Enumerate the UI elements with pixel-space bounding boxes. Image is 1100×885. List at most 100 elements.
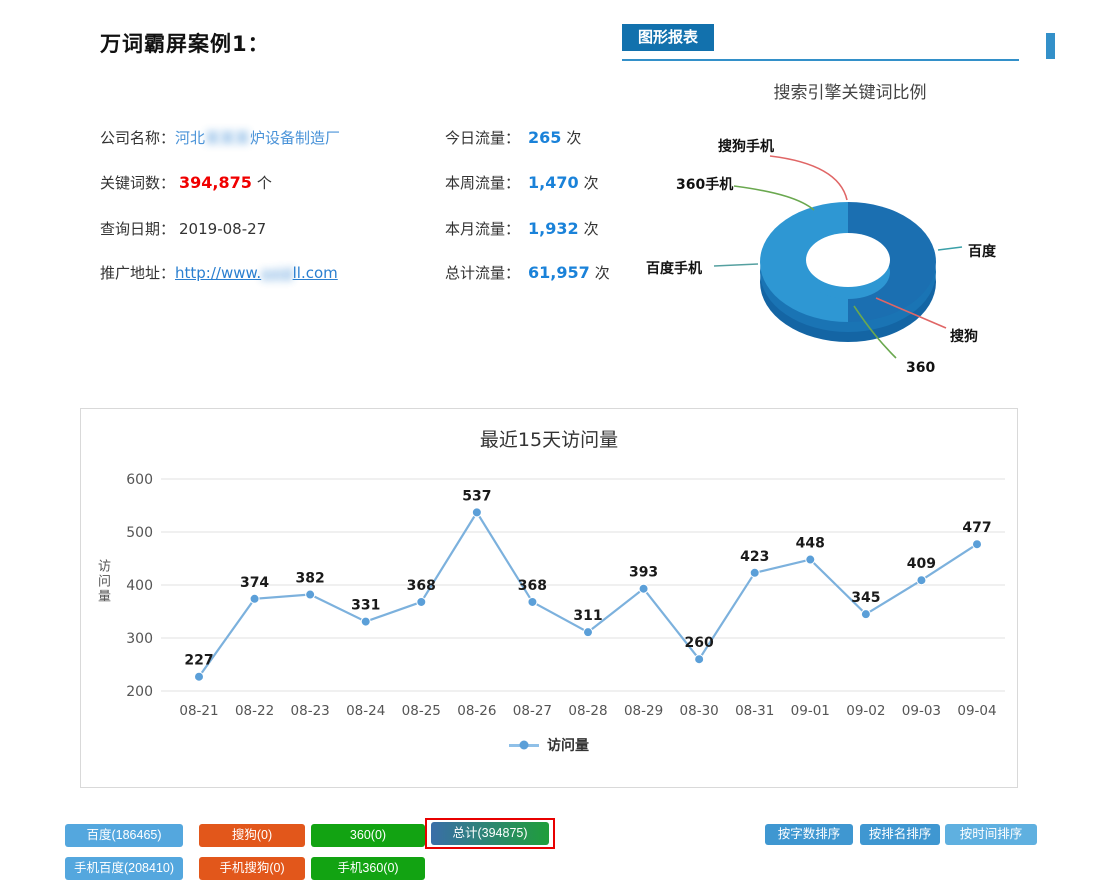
y-tick-label: 500 [126,525,153,541]
keyword-pie-chart: 搜狗手机 360手机 百度手机 百度 搜狗 360 [630,100,1090,400]
data-point [973,540,982,549]
data-point-label: 227 [184,653,213,669]
360-button[interactable]: 360(0) [311,824,425,847]
pie-label-baidu: 百度 [968,241,996,261]
query-date-label: 查询日期： [100,220,175,238]
total-traffic-value: 61,957 [528,263,590,282]
data-point [195,672,204,681]
promo-url-censored: xxjd [261,264,292,282]
month-traffic-label: 本月流量： [445,220,520,238]
keywords-row: 关键词数：394,875 个 [100,172,272,193]
total-button[interactable]: 总计(394875) [431,822,549,845]
x-tick-label: 08-26 [457,703,496,719]
data-point [861,610,870,619]
data-point [417,597,426,606]
visits-line-chart-svg: 20030040050060008-2108-2208-2308-2408-25… [81,449,1017,749]
data-point [528,597,537,606]
x-tick-label: 09-04 [957,703,996,719]
data-point-label: 423 [740,549,769,565]
data-point-label: 311 [573,608,602,624]
legend-marker-icon [509,744,539,747]
data-point-label: 345 [851,590,880,606]
pie-label-sogou: 搜狗 [950,326,978,346]
sort-by-wordcount-button[interactable]: 按字数排序 [765,824,853,845]
company-name-prefix: 河北 [175,129,205,147]
data-point-label: 368 [407,578,436,594]
data-point-label: 382 [296,571,325,587]
tab-graphic-report[interactable]: 图形报表 [622,24,714,51]
company-name-row: 公司名称：河北某某某炉设备制造厂 [100,127,340,148]
today-traffic-label: 今日流量： [445,129,520,147]
x-tick-label: 08-28 [568,703,607,719]
visits-chart-panel: 最近15天访问量 访问量 20030040050060008-2108-2208… [80,408,1018,788]
month-traffic-unit: 次 [584,220,599,238]
leader-360-mobile [734,186,814,210]
data-point-label: 477 [962,520,991,536]
y-tick-label: 400 [126,578,153,594]
month-traffic-row: 本月流量： 1,932 次 [445,218,599,239]
week-traffic-label: 本周流量： [445,174,520,192]
today-traffic-value: 265 [528,128,561,147]
pie-label-360-mobile: 360手机 [676,174,733,194]
x-tick-label: 08-24 [346,703,385,719]
data-point-label: 393 [629,565,658,581]
mobile-360-button[interactable]: 手机360(0) [311,857,425,880]
baidu-button[interactable]: 百度(186465) [65,824,183,847]
data-point [472,508,481,517]
donut-chart-svg [630,100,1090,400]
data-point-label: 368 [518,578,547,594]
y-tick-label: 300 [126,631,153,647]
sogou-button[interactable]: 搜狗(0) [199,824,305,847]
sort-by-rank-button[interactable]: 按排名排序 [860,824,940,845]
data-point-label: 374 [240,575,269,591]
promo-url-row: 推广地址：http://www.xxjdll.com [100,262,338,283]
x-tick-label: 08-27 [513,703,552,719]
y-tick-label: 600 [126,472,153,488]
keywords-unit: 个 [257,174,272,192]
data-point [639,584,648,593]
x-tick-label: 08-29 [624,703,663,719]
data-point-label: 331 [351,598,380,614]
x-tick-label: 08-30 [680,703,719,719]
keywords-label: 关键词数： [100,174,175,192]
mobile-baidu-button[interactable]: 手机百度(208410) [65,857,183,880]
data-point [361,617,370,626]
pie-label-baidu-mobile: 百度手机 [646,258,702,278]
chart-legend: 访问量 [81,735,1017,755]
company-name-label: 公司名称： [100,129,175,147]
total-traffic-label: 总计流量： [445,264,520,282]
x-tick-label: 08-21 [179,703,218,719]
today-traffic-unit: 次 [566,129,581,147]
leader-sogou-mobile [770,156,847,200]
total-highlight-box: 总计(394875) [425,818,555,849]
total-traffic-row: 总计流量： 61,957 次 [445,262,610,283]
today-traffic-row: 今日流量： 265 次 [445,127,581,148]
x-tick-label: 09-01 [791,703,830,719]
promo-url-link[interactable]: http://www.xxjdll.com [175,264,338,282]
mobile-sogou-button[interactable]: 手机搜狗(0) [199,857,305,880]
week-traffic-row: 本周流量：1,470次 [445,172,599,193]
promo-url-suffix: ll.com [293,264,338,282]
data-point [584,628,593,637]
sort-by-time-button[interactable]: 按时间排序 [945,824,1037,845]
x-tick-label: 08-23 [291,703,330,719]
company-name-censored: 某某某 [205,129,250,147]
total-traffic-unit: 次 [595,264,610,282]
x-tick-label: 08-31 [735,703,774,719]
page-title: 万词霸屏案例1： [100,28,270,58]
data-point [917,576,926,585]
data-point-label: 537 [462,488,491,504]
tab-underline [622,59,1019,61]
scrollbar-thumb[interactable] [1046,33,1055,59]
data-point-label: 260 [685,635,714,651]
keywords-value: 394,875 [179,173,252,192]
x-tick-label: 09-03 [902,703,941,719]
promo-url-prefix: http://www. [175,264,261,282]
query-date-row: 查询日期：2019-08-27 [100,218,266,239]
data-point-label: 409 [907,556,936,572]
week-traffic-value: 1,470 [528,173,579,192]
visits-chart-title: 最近15天访问量 [81,425,1017,452]
data-point [806,555,815,564]
legend-label: 访问量 [547,735,589,755]
month-traffic-value: 1,932 [528,219,579,238]
